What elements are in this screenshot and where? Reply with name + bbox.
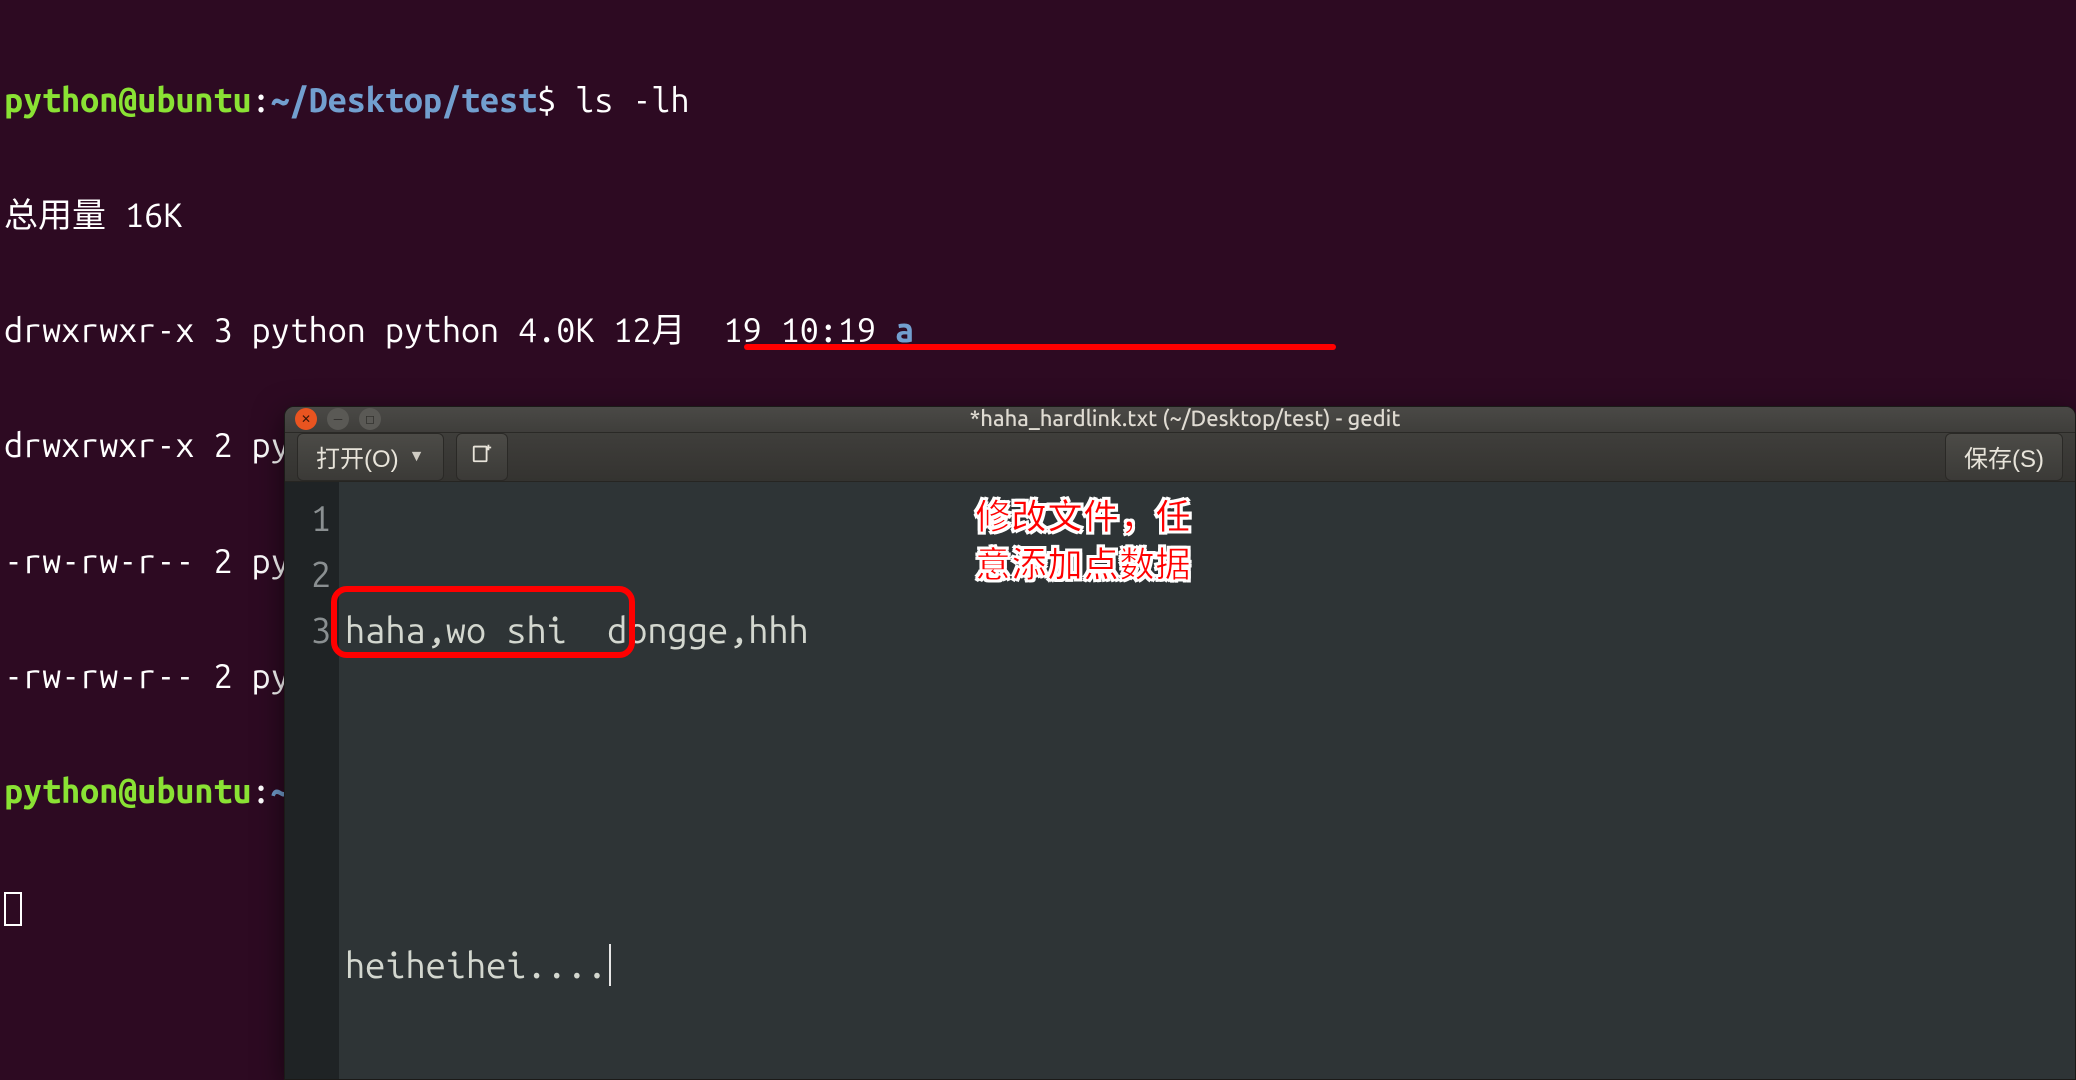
- editor-line: heiheihei....: [345, 937, 2075, 993]
- chevron-down-icon: ▼: [409, 448, 425, 466]
- line-number: 3: [285, 602, 331, 658]
- new-tab-icon: [471, 442, 493, 471]
- window-title: *haha_hardlink.txt (~/Desktop/test) - ge…: [397, 407, 1973, 432]
- terminal-cursor-icon: [4, 892, 22, 926]
- editor-area[interactable]: 1 2 3 haha,wo shi dongge,hhh heiheihei..…: [285, 482, 2075, 1080]
- window-controls: ✕ ─ ◻: [295, 408, 381, 430]
- open-button[interactable]: 打开(O) ▼: [297, 433, 444, 481]
- prompt-host: ubuntu: [137, 81, 251, 119]
- gedit-titlebar[interactable]: ✕ ─ ◻ *haha_hardlink.txt (~/Desktop/test…: [285, 407, 2075, 433]
- gedit-toolbar: 打开(O) ▼ 保存(S): [285, 433, 2075, 482]
- editor-line: [345, 769, 2075, 825]
- minimize-icon[interactable]: ─: [327, 408, 349, 430]
- gedit-window: ✕ ─ ◻ *haha_hardlink.txt (~/Desktop/test…: [284, 406, 2076, 1080]
- editor-line: haha,wo shi dongge,hhh: [345, 601, 2075, 657]
- text-cursor-icon: [609, 944, 611, 986]
- line-number: 1: [285, 490, 331, 546]
- prompt-symbol: $: [537, 81, 575, 119]
- save-button[interactable]: 保存(S): [1945, 433, 2063, 481]
- prompt-at: @: [118, 81, 137, 119]
- open-button-label: 打开(O): [316, 439, 399, 474]
- save-button-label: 保存(S): [1964, 439, 2044, 474]
- editor-body[interactable]: haha,wo shi dongge,hhh heiheihei.... 修改文…: [339, 482, 2075, 1080]
- prompt-user: python: [4, 81, 118, 119]
- line-number-gutter: 1 2 3: [285, 482, 339, 1080]
- command-text: ls -lh: [575, 81, 689, 119]
- maximize-icon[interactable]: ◻: [359, 408, 381, 430]
- close-icon[interactable]: ✕: [295, 408, 317, 430]
- terminal-line: python@ubuntu:~/Desktop/test$ ls -lh: [4, 81, 2072, 119]
- prompt-path: ~/Desktop/test: [271, 81, 538, 119]
- line-number: 2: [285, 546, 331, 602]
- new-tab-button[interactable]: [456, 433, 508, 481]
- annotation-text: 修改文件，任 意添加点数据: [975, 490, 1191, 587]
- terminal-line: 总用量 16K: [4, 196, 2072, 234]
- annotation-underline: [744, 344, 1336, 350]
